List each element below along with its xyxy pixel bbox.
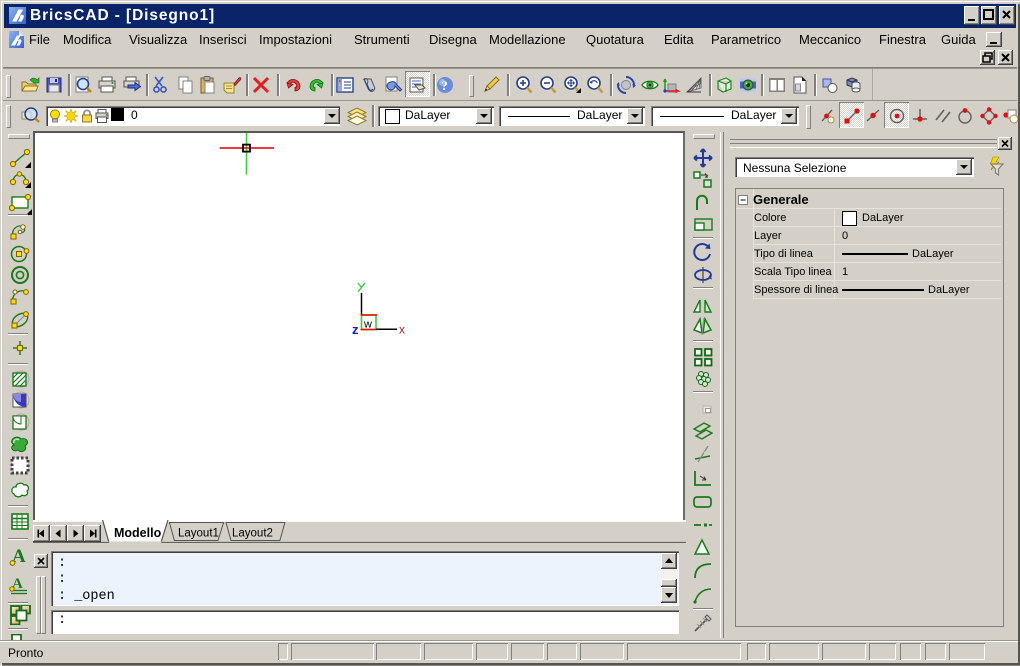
- svg-text:?: ?: [441, 78, 448, 93]
- svg-text:w: w: [363, 319, 372, 331]
- svg-text:x: x: [399, 323, 405, 337]
- svg-text:Modello: Modello: [114, 526, 162, 540]
- svg-text:z: z: [352, 322, 359, 337]
- svg-text:Layout1: Layout1: [178, 528, 219, 540]
- svg-text:Layout2: Layout2: [232, 528, 273, 540]
